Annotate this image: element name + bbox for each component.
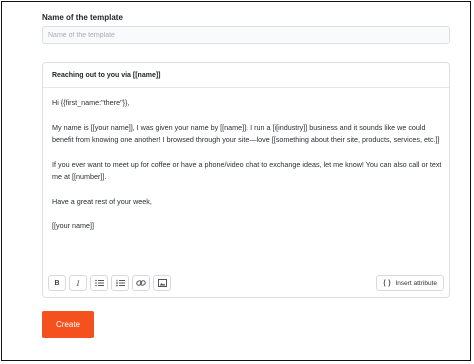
- bulleted-list-icon: [94, 279, 104, 287]
- link-icon: [136, 280, 146, 286]
- email-editor: Reaching out to you via [[name]] Hi {{fi…: [42, 62, 450, 298]
- template-name-input[interactable]: [42, 26, 450, 44]
- bold-icon: B: [54, 279, 60, 287]
- meetup-paragraph: If you ever want to meet up for coffee o…: [52, 159, 442, 182]
- insert-attribute-label: Insert attribute: [395, 279, 437, 287]
- email-subject[interactable]: Reaching out to you via [[name]]: [43, 63, 449, 88]
- template-name-label: Name of the template: [42, 13, 123, 22]
- greeting-line: Hi {{first_name:"there"}},: [52, 98, 130, 107]
- intro-paragraph: My name is [[your name]], I was given yo…: [52, 122, 440, 145]
- link-button[interactable]: [132, 275, 150, 291]
- image-button[interactable]: [153, 275, 171, 291]
- numbered-list-icon: [115, 279, 125, 287]
- signature-line: [[your name]]: [52, 221, 94, 230]
- italic-icon: I: [76, 278, 80, 288]
- closing-line: Have a great rest of your week,: [52, 196, 152, 206]
- create-button[interactable]: Create: [42, 311, 94, 338]
- image-icon: [157, 279, 167, 287]
- numbered-list-button[interactable]: [111, 275, 129, 291]
- insert-attribute-button[interactable]: Insert attribute: [376, 275, 444, 291]
- email-body[interactable]: Hi {{first_name:"there"}}, My name is [[…: [52, 97, 442, 245]
- bulleted-list-button[interactable]: [90, 275, 108, 291]
- formatting-toolbar: B I: [48, 275, 171, 291]
- braces-icon: [383, 279, 391, 287]
- bold-button[interactable]: B: [48, 275, 66, 291]
- italic-button[interactable]: I: [69, 275, 87, 291]
